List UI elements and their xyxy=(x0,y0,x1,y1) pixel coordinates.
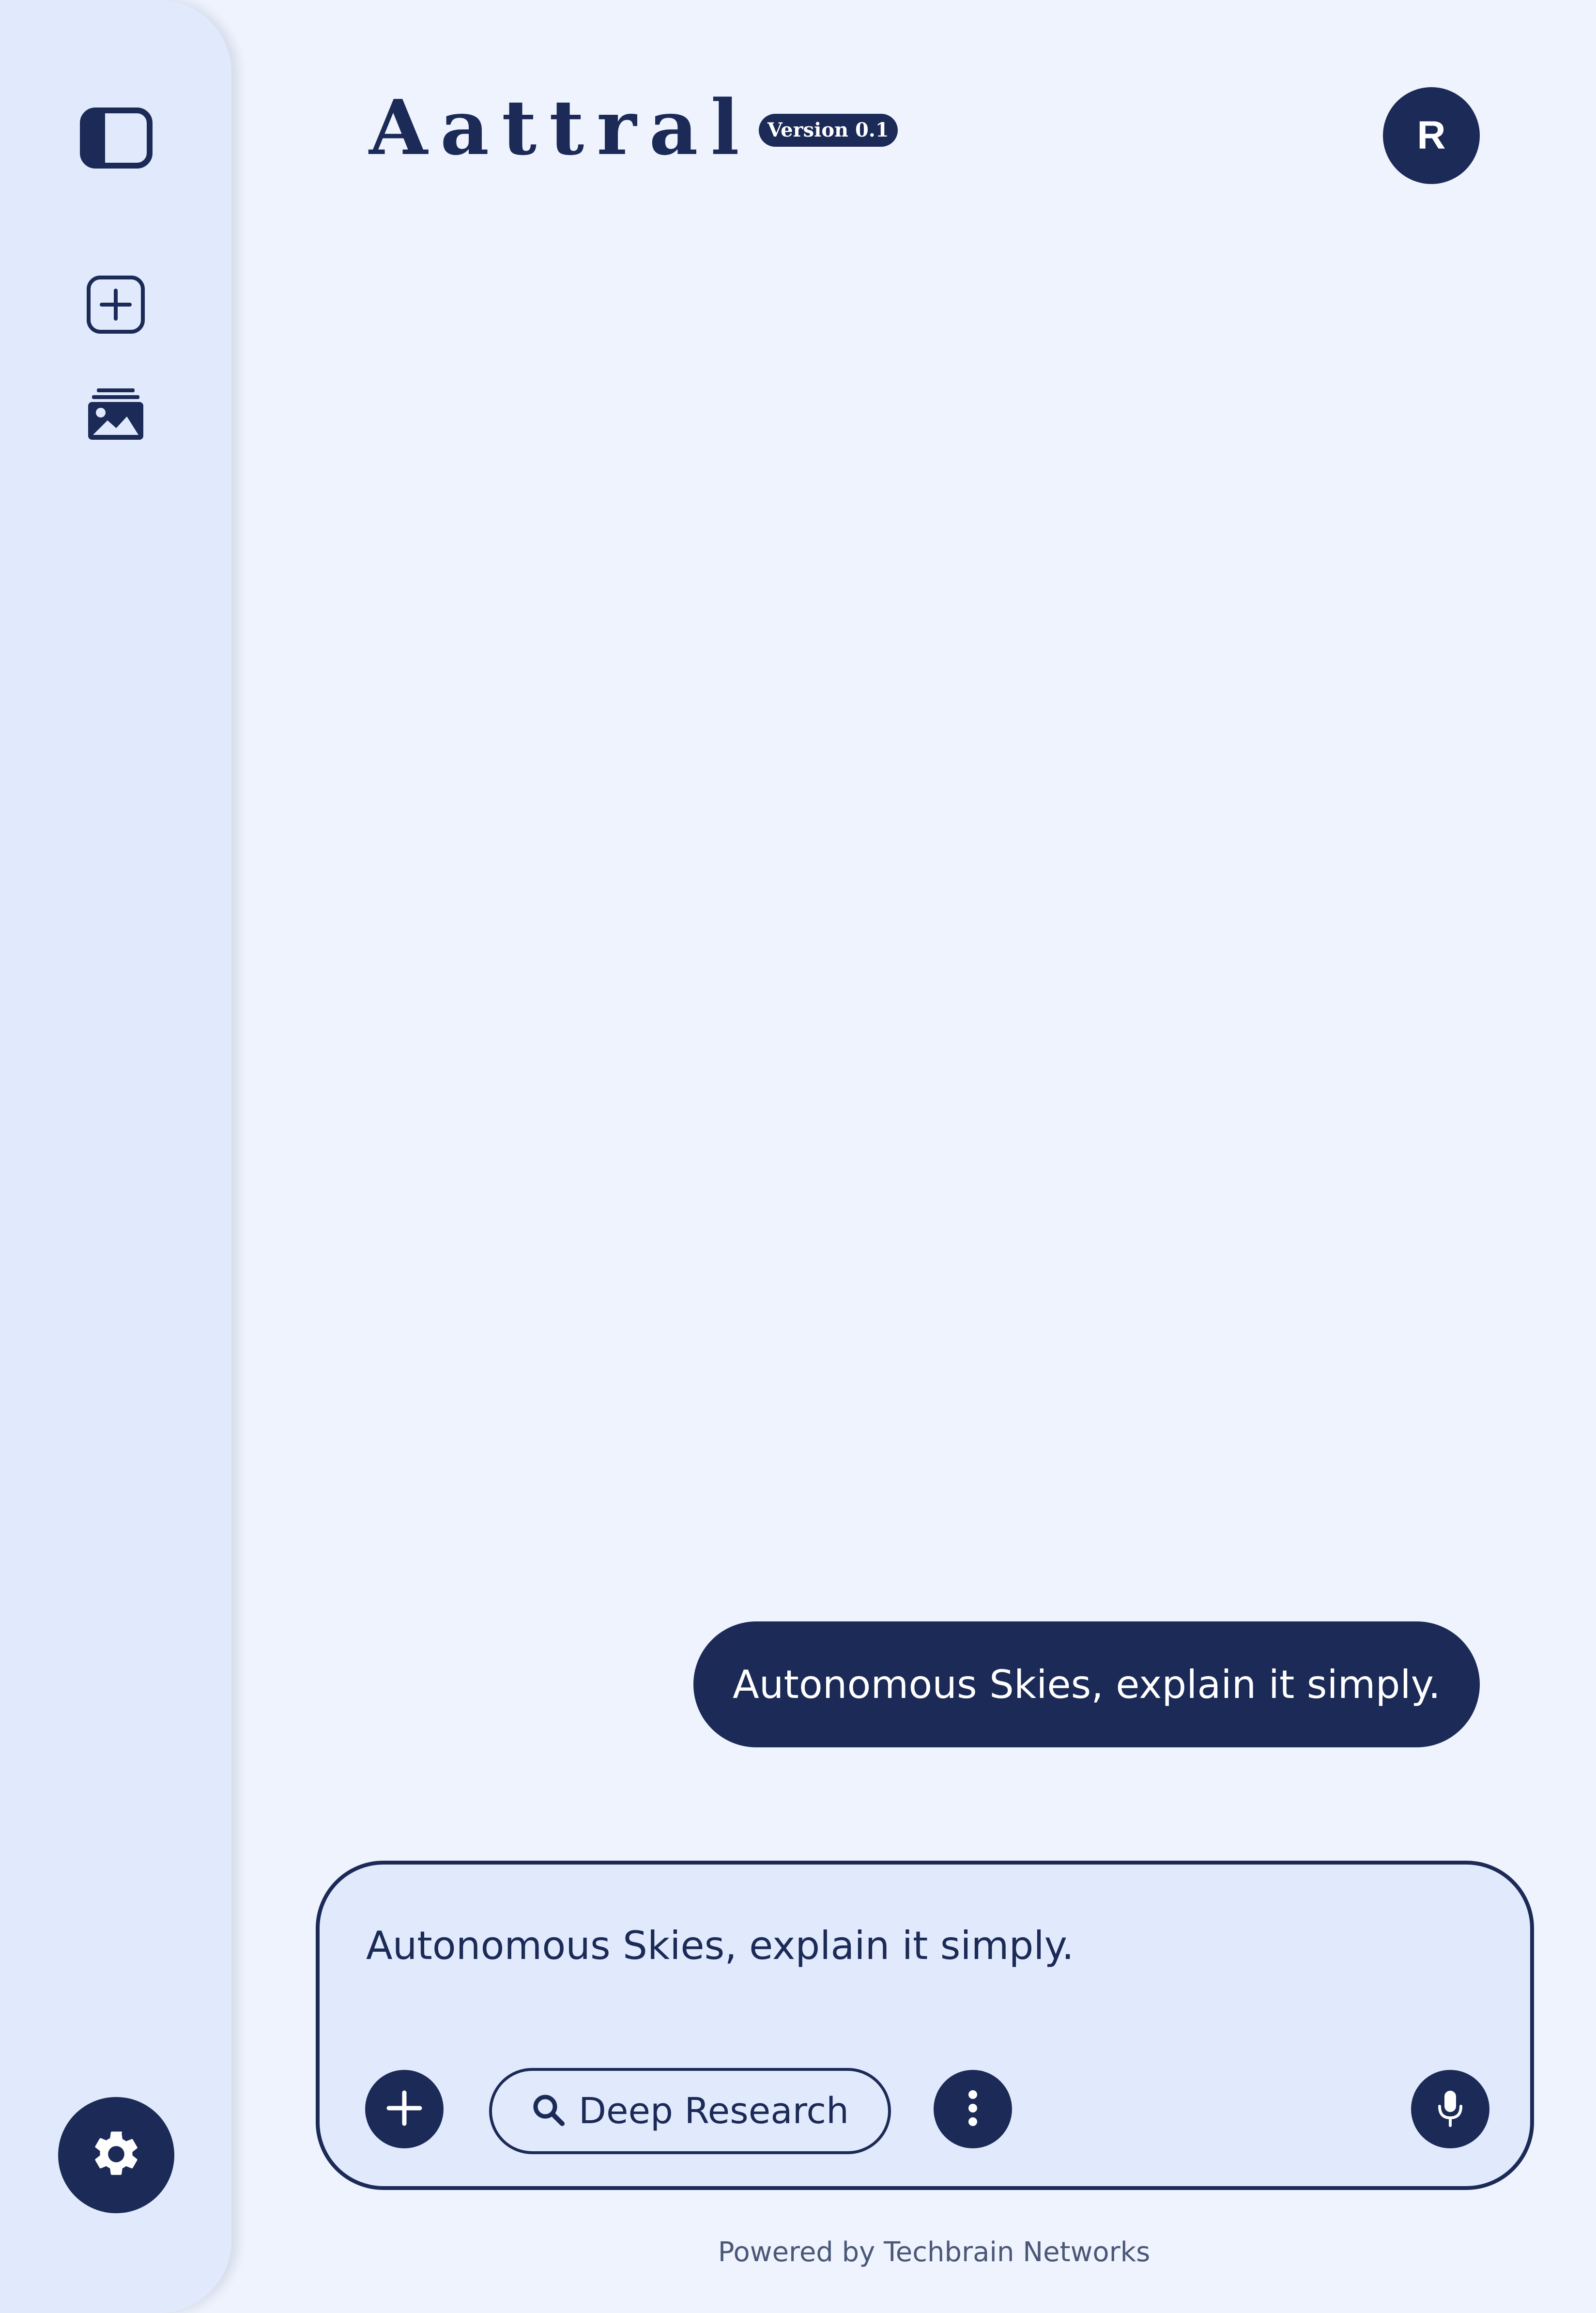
user-avatar[interactable]: R xyxy=(1383,87,1480,184)
more-vertical-icon xyxy=(966,2089,980,2129)
microphone-icon xyxy=(1435,2089,1466,2129)
sidebar xyxy=(0,0,231,2313)
search-icon xyxy=(531,2093,566,2129)
footer-credit: Powered by Techbrain Networks xyxy=(718,2236,1151,2268)
user-message-bubble: Autonomous Skies, explain it simply. xyxy=(693,1621,1480,1747)
app-root: Aattral Version 0.1 R Autonomous Skies, … xyxy=(0,0,1596,2313)
message-input[interactable] xyxy=(365,1923,1432,1969)
settings-button[interactable] xyxy=(58,2097,174,2213)
version-badge: Version 0.1 xyxy=(758,114,898,147)
voice-input-button[interactable] xyxy=(1411,2070,1489,2148)
sidebar-toggle-icon[interactable] xyxy=(80,108,153,169)
new-chat-icon[interactable] xyxy=(86,275,145,334)
more-options-button[interactable] xyxy=(934,2070,1012,2148)
brand: Aattral Version 0.1 xyxy=(369,90,898,166)
gear-icon xyxy=(89,2127,143,2183)
app-title: Aattral xyxy=(369,83,752,172)
gallery-icon[interactable] xyxy=(87,387,144,441)
deep-research-button[interactable]: Deep Research xyxy=(489,2068,891,2154)
deep-research-label: Deep Research xyxy=(579,2090,849,2132)
plus-icon xyxy=(385,2089,424,2129)
chat-composer: Deep Research xyxy=(316,1861,1534,2190)
attach-button[interactable] xyxy=(365,2070,444,2148)
